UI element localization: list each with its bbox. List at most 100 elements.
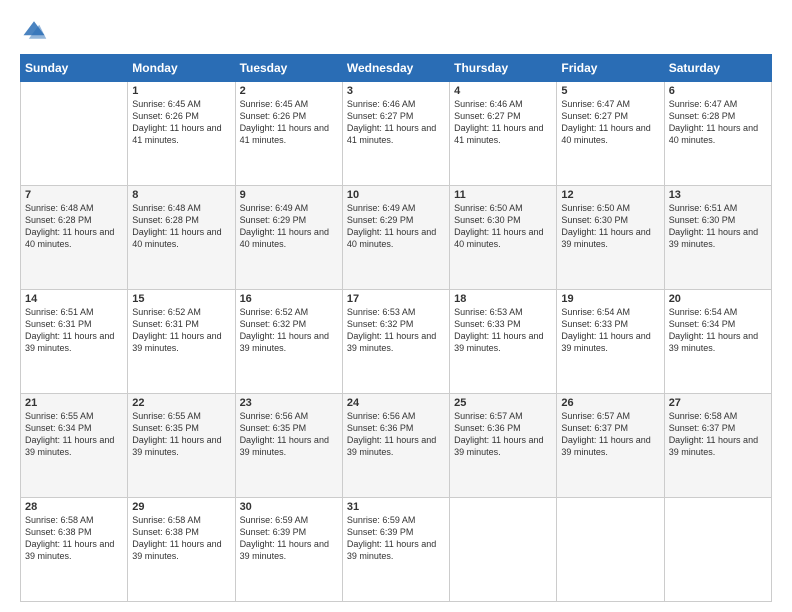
calendar-day-cell [664,498,771,602]
day-number: 19 [561,293,659,305]
calendar-week-row: 28Sunrise: 6:58 AM Sunset: 6:38 PM Dayli… [21,498,772,602]
day-info: Sunrise: 6:45 AM Sunset: 6:26 PM Dayligh… [132,98,230,147]
day-info: Sunrise: 6:48 AM Sunset: 6:28 PM Dayligh… [132,202,230,251]
day-number: 2 [240,85,338,97]
calendar-table: SundayMondayTuesdayWednesdayThursdayFrid… [20,54,772,602]
day-number: 6 [669,85,767,97]
day-number: 10 [347,189,445,201]
calendar-day-cell: 6Sunrise: 6:47 AM Sunset: 6:28 PM Daylig… [664,82,771,186]
day-number: 8 [132,189,230,201]
day-info: Sunrise: 6:54 AM Sunset: 6:34 PM Dayligh… [669,306,767,355]
weekday-header: Wednesday [342,55,449,82]
day-number: 11 [454,189,552,201]
day-number: 30 [240,501,338,513]
day-number: 20 [669,293,767,305]
calendar-day-cell [21,82,128,186]
logo-icon [20,16,48,44]
day-number: 23 [240,397,338,409]
calendar-day-cell: 10Sunrise: 6:49 AM Sunset: 6:29 PM Dayli… [342,186,449,290]
day-info: Sunrise: 6:48 AM Sunset: 6:28 PM Dayligh… [25,202,123,251]
day-number: 9 [240,189,338,201]
day-number: 16 [240,293,338,305]
day-info: Sunrise: 6:45 AM Sunset: 6:26 PM Dayligh… [240,98,338,147]
day-info: Sunrise: 6:49 AM Sunset: 6:29 PM Dayligh… [347,202,445,251]
day-info: Sunrise: 6:58 AM Sunset: 6:38 PM Dayligh… [132,514,230,563]
day-number: 4 [454,85,552,97]
weekday-header: Saturday [664,55,771,82]
calendar-day-cell: 4Sunrise: 6:46 AM Sunset: 6:27 PM Daylig… [450,82,557,186]
day-info: Sunrise: 6:52 AM Sunset: 6:31 PM Dayligh… [132,306,230,355]
calendar-day-cell: 5Sunrise: 6:47 AM Sunset: 6:27 PM Daylig… [557,82,664,186]
calendar-day-cell: 12Sunrise: 6:50 AM Sunset: 6:30 PM Dayli… [557,186,664,290]
day-info: Sunrise: 6:55 AM Sunset: 6:35 PM Dayligh… [132,410,230,459]
calendar-day-cell: 11Sunrise: 6:50 AM Sunset: 6:30 PM Dayli… [450,186,557,290]
calendar-day-cell: 20Sunrise: 6:54 AM Sunset: 6:34 PM Dayli… [664,290,771,394]
weekday-header: Tuesday [235,55,342,82]
calendar-day-cell: 30Sunrise: 6:59 AM Sunset: 6:39 PM Dayli… [235,498,342,602]
day-info: Sunrise: 6:57 AM Sunset: 6:36 PM Dayligh… [454,410,552,459]
calendar-day-cell: 15Sunrise: 6:52 AM Sunset: 6:31 PM Dayli… [128,290,235,394]
day-info: Sunrise: 6:55 AM Sunset: 6:34 PM Dayligh… [25,410,123,459]
day-number: 3 [347,85,445,97]
day-number: 5 [561,85,659,97]
day-info: Sunrise: 6:59 AM Sunset: 6:39 PM Dayligh… [240,514,338,563]
day-info: Sunrise: 6:46 AM Sunset: 6:27 PM Dayligh… [347,98,445,147]
calendar-day-cell: 24Sunrise: 6:56 AM Sunset: 6:36 PM Dayli… [342,394,449,498]
day-info: Sunrise: 6:57 AM Sunset: 6:37 PM Dayligh… [561,410,659,459]
day-number: 1 [132,85,230,97]
calendar-day-cell [557,498,664,602]
day-number: 21 [25,397,123,409]
calendar-day-cell: 23Sunrise: 6:56 AM Sunset: 6:35 PM Dayli… [235,394,342,498]
day-number: 12 [561,189,659,201]
day-info: Sunrise: 6:54 AM Sunset: 6:33 PM Dayligh… [561,306,659,355]
day-info: Sunrise: 6:51 AM Sunset: 6:30 PM Dayligh… [669,202,767,251]
day-number: 25 [454,397,552,409]
calendar-day-cell: 13Sunrise: 6:51 AM Sunset: 6:30 PM Dayli… [664,186,771,290]
day-info: Sunrise: 6:46 AM Sunset: 6:27 PM Dayligh… [454,98,552,147]
calendar-day-cell: 26Sunrise: 6:57 AM Sunset: 6:37 PM Dayli… [557,394,664,498]
page-header [20,16,772,44]
day-number: 26 [561,397,659,409]
day-number: 27 [669,397,767,409]
day-info: Sunrise: 6:50 AM Sunset: 6:30 PM Dayligh… [561,202,659,251]
day-info: Sunrise: 6:59 AM Sunset: 6:39 PM Dayligh… [347,514,445,563]
calendar-day-cell: 9Sunrise: 6:49 AM Sunset: 6:29 PM Daylig… [235,186,342,290]
calendar-day-cell: 27Sunrise: 6:58 AM Sunset: 6:37 PM Dayli… [664,394,771,498]
day-number: 28 [25,501,123,513]
day-number: 31 [347,501,445,513]
calendar-day-cell [450,498,557,602]
day-number: 13 [669,189,767,201]
day-info: Sunrise: 6:50 AM Sunset: 6:30 PM Dayligh… [454,202,552,251]
calendar-day-cell: 7Sunrise: 6:48 AM Sunset: 6:28 PM Daylig… [21,186,128,290]
day-number: 29 [132,501,230,513]
day-number: 22 [132,397,230,409]
calendar-day-cell: 29Sunrise: 6:58 AM Sunset: 6:38 PM Dayli… [128,498,235,602]
day-info: Sunrise: 6:47 AM Sunset: 6:28 PM Dayligh… [669,98,767,147]
day-number: 7 [25,189,123,201]
calendar-day-cell: 22Sunrise: 6:55 AM Sunset: 6:35 PM Dayli… [128,394,235,498]
calendar-day-cell: 21Sunrise: 6:55 AM Sunset: 6:34 PM Dayli… [21,394,128,498]
calendar-week-row: 7Sunrise: 6:48 AM Sunset: 6:28 PM Daylig… [21,186,772,290]
day-info: Sunrise: 6:53 AM Sunset: 6:33 PM Dayligh… [454,306,552,355]
calendar-page: SundayMondayTuesdayWednesdayThursdayFrid… [0,0,792,612]
day-info: Sunrise: 6:58 AM Sunset: 6:37 PM Dayligh… [669,410,767,459]
day-info: Sunrise: 6:47 AM Sunset: 6:27 PM Dayligh… [561,98,659,147]
weekday-header: Monday [128,55,235,82]
day-number: 24 [347,397,445,409]
calendar-day-cell: 2Sunrise: 6:45 AM Sunset: 6:26 PM Daylig… [235,82,342,186]
calendar-week-row: 21Sunrise: 6:55 AM Sunset: 6:34 PM Dayli… [21,394,772,498]
calendar-week-row: 1Sunrise: 6:45 AM Sunset: 6:26 PM Daylig… [21,82,772,186]
weekday-header: Friday [557,55,664,82]
weekday-header: Thursday [450,55,557,82]
day-number: 15 [132,293,230,305]
calendar-day-cell: 25Sunrise: 6:57 AM Sunset: 6:36 PM Dayli… [450,394,557,498]
day-info: Sunrise: 6:49 AM Sunset: 6:29 PM Dayligh… [240,202,338,251]
logo [20,16,52,44]
calendar-day-cell: 17Sunrise: 6:53 AM Sunset: 6:32 PM Dayli… [342,290,449,394]
day-number: 17 [347,293,445,305]
calendar-day-cell: 8Sunrise: 6:48 AM Sunset: 6:28 PM Daylig… [128,186,235,290]
day-info: Sunrise: 6:56 AM Sunset: 6:36 PM Dayligh… [347,410,445,459]
day-info: Sunrise: 6:53 AM Sunset: 6:32 PM Dayligh… [347,306,445,355]
calendar-day-cell: 31Sunrise: 6:59 AM Sunset: 6:39 PM Dayli… [342,498,449,602]
day-info: Sunrise: 6:58 AM Sunset: 6:38 PM Dayligh… [25,514,123,563]
